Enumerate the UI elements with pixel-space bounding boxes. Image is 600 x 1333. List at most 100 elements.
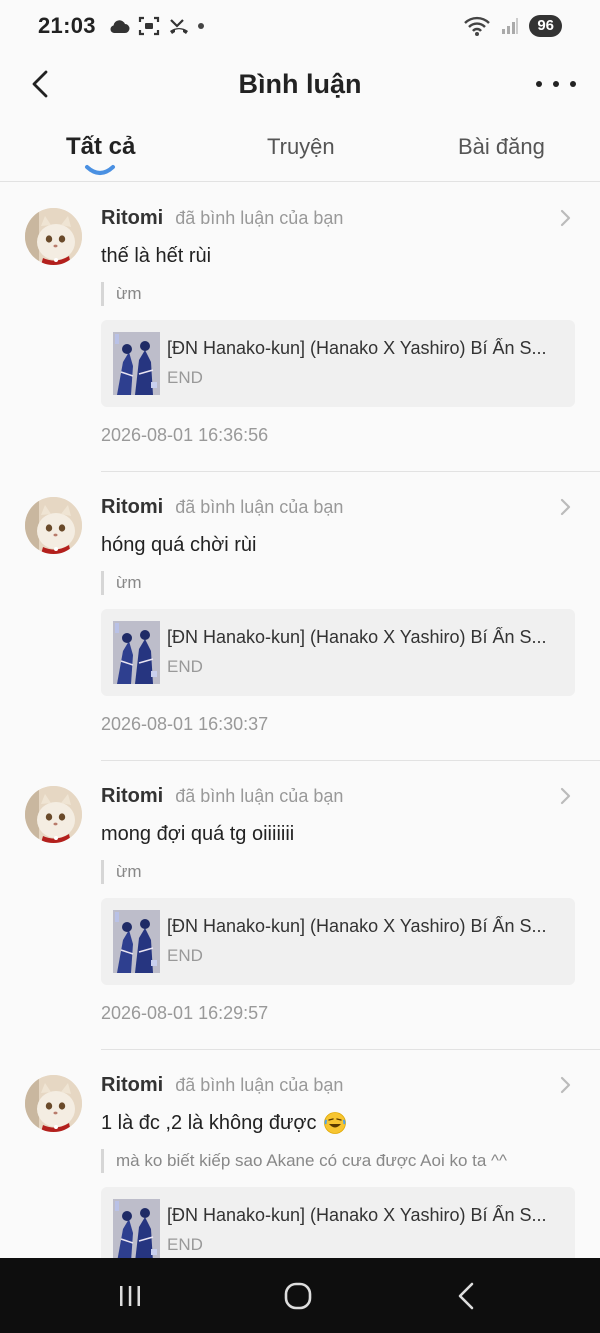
comment-item[interactable]: Ritomi đã bình luận của bạn hóng quá chờ… [0,472,600,761]
comment-text-content: thế là hết rùi [101,244,212,267]
username[interactable]: Ritomi [101,207,163,230]
header: Bình luận [0,52,600,116]
comment-header: Ritomi đã bình luận của bạn [101,1072,575,1098]
avatar[interactable] [25,208,82,265]
more-options-button[interactable] [536,66,576,102]
story-cover-image [113,621,160,684]
back-icon [458,1282,474,1310]
comment-text: thế là hết rùi [101,243,575,269]
comment-text: hóng quá chời rùi [101,532,575,558]
screenshot-icon [138,16,159,36]
comment-header: Ritomi đã bình luận của bạn [101,783,575,809]
comment-body: Ritomi đã bình luận của bạn mong đợi quá… [101,783,575,1024]
cloud-icon [110,20,130,33]
rofl-emoji [323,1112,346,1134]
quoted-reply: ừm [101,282,575,306]
system-nav-bar [0,1258,600,1333]
story-card[interactable]: [ĐN Hanako-kun] (Hanako X Yashiro) Bí Ẩn… [101,609,575,696]
quoted-reply: ừm [101,571,575,595]
timestamp: 2026-08-01 16:36:56 [101,425,269,445]
chevron-left-icon [32,70,48,98]
back-nav-button[interactable] [446,1276,486,1316]
back-button[interactable] [22,66,58,102]
action-text: đã bình luận của bạn [175,785,344,806]
story-title: [ĐN Hanako-kun] (Hanako X Yashiro) Bí Ẩn… [167,1205,547,1225]
story-card[interactable]: [ĐN Hanako-kun] (Hanako X Yashiro) Bí Ẩn… [101,898,575,985]
chevron-right-icon[interactable] [557,787,573,805]
recents-icon [120,1286,140,1306]
action-text: đã bình luận của bạn [175,207,344,228]
tab-all[interactable]: Tất cả [66,133,135,161]
story-status: END [167,946,203,965]
wifi-icon [464,16,491,36]
tab-posts[interactable]: Bài đăng [458,134,545,160]
timestamp: 2026-08-01 16:30:37 [101,714,269,734]
home-button[interactable] [278,1276,318,1316]
story-cover [113,332,160,395]
chevron-right-icon[interactable] [557,209,573,227]
story-cover [113,910,160,973]
comment-text-content: mong đợi quá tg oiiiiiii [101,822,295,845]
signal-icon [502,18,519,34]
action-text: đã bình luận của bạn [175,1074,344,1095]
tab-stories[interactable]: Truyện [267,134,335,160]
action-text: đã bình luận của bạn [175,496,344,517]
comment-item[interactable]: Ritomi đã bình luận của bạn thế là hết r… [0,183,600,472]
story-title: [ĐN Hanako-kun] (Hanako X Yashiro) Bí Ẩn… [167,338,547,358]
story-cover-image [113,910,160,973]
battery-badge: 96 [529,15,562,37]
comment-text-content: 1 là đc ,2 là không được [101,1111,317,1134]
story-status: END [167,657,203,676]
story-title: [ĐN Hanako-kun] (Hanako X Yashiro) Bí Ẩn… [167,627,547,647]
comment-text-content: hóng quá chời rùi [101,533,257,556]
more-dot [553,81,559,87]
username[interactable]: Ritomi [101,1074,163,1097]
comment-header: Ritomi đã bình luận của bạn [101,494,575,520]
story-card[interactable]: [ĐN Hanako-kun] (Hanako X Yashiro) Bí Ẩn… [101,1187,575,1258]
comment-body: Ritomi đã bình luận của bạn thế là hết r… [101,205,575,446]
recents-button[interactable] [110,1276,150,1316]
timestamp: 2026-08-01 16:29:57 [101,1003,269,1023]
status-bar: 21:03 96 [0,0,600,52]
story-status: END [167,1235,203,1254]
story-title: [ĐN Hanako-kun] (Hanako X Yashiro) Bí Ẩn… [167,916,547,936]
story-card[interactable]: [ĐN Hanako-kun] (Hanako X Yashiro) Bí Ẩn… [101,320,575,407]
status-icons-left [108,16,204,36]
status-icons-right: 96 [463,15,562,37]
cat-avatar-icon [25,208,82,265]
comment-header: Ritomi đã bình luận của bạn [101,205,575,231]
cat-avatar-icon [25,786,82,843]
more-dot [536,81,542,87]
chevron-right-icon[interactable] [557,1076,573,1094]
quoted-reply: ừm [101,860,575,884]
notification-dot [197,23,204,29]
missed-call-icon [169,19,188,34]
story-cover [113,621,160,684]
story-cover [113,1199,160,1258]
comment-feed[interactable]: Ritomi đã bình luận của bạn thế là hết r… [0,183,600,1258]
tab-active-indicator [85,165,115,175]
avatar[interactable] [25,786,82,843]
username[interactable]: Ritomi [101,496,163,519]
comment-item[interactable]: Ritomi đã bình luận của bạn 1 là đc ,2 l… [0,1050,600,1258]
comment-body: Ritomi đã bình luận của bạn hóng quá chờ… [101,494,575,735]
story-status: END [167,368,203,387]
avatar[interactable] [25,497,82,554]
page-title: Bình luận [238,68,362,99]
story-cover-image [113,1199,160,1258]
avatar[interactable] [25,1075,82,1132]
cat-avatar-icon [25,1075,82,1132]
comment-text: mong đợi quá tg oiiiiiii [101,821,575,847]
chevron-right-icon[interactable] [557,498,573,516]
cat-avatar-icon [25,497,82,554]
comment-body: Ritomi đã bình luận của bạn 1 là đc ,2 l… [101,1072,575,1258]
tab-bar: Tất cả Truyện Bài đăng [0,120,600,182]
quoted-reply: mà ko biết kiếp sao Akane có cưa được Ao… [101,1149,575,1173]
story-cover-image [113,332,160,395]
more-dot [570,81,576,87]
comment-item[interactable]: Ritomi đã bình luận của bạn mong đợi quá… [0,761,600,1050]
username[interactable]: Ritomi [101,785,163,808]
status-time: 21:03 [38,13,96,38]
home-icon [284,1282,312,1310]
comment-text: 1 là đc ,2 là không được [101,1110,575,1136]
